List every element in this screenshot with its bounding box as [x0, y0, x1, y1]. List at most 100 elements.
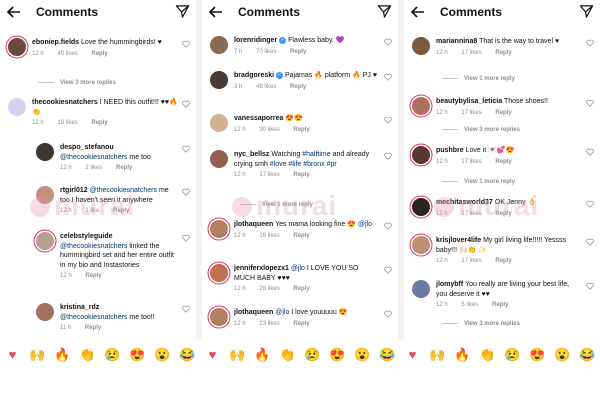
comment-username[interactable]: mechitasworld37 [436, 199, 493, 206]
avatar[interactable] [36, 186, 54, 204]
emoji-reaction-button[interactable]: 😮 [350, 340, 375, 370]
like-heart-icon[interactable] [586, 99, 594, 107]
comment-username[interactable]: bradgoreski [234, 72, 274, 79]
comment-likes[interactable]: 19 likes [57, 120, 77, 126]
view-more-replies[interactable]: View 3 more replies [442, 127, 520, 133]
comment-likes[interactable]: 28 likes [259, 286, 279, 292]
avatar[interactable] [8, 98, 26, 116]
comment-username[interactable]: krisjlover4life [436, 237, 481, 244]
comment-username[interactable]: pushbre [436, 147, 464, 154]
reply-button[interactable]: Reply [91, 120, 107, 126]
comment-likes[interactable]: 17 likes [461, 258, 481, 264]
reply-button[interactable]: Reply [85, 325, 101, 331]
avatar[interactable] [412, 37, 430, 55]
send-icon[interactable] [377, 4, 392, 19]
avatar[interactable] [210, 150, 228, 168]
comment-username[interactable]: celebstyleguide [60, 233, 113, 240]
reply-button[interactable]: Reply [293, 321, 309, 327]
like-heart-icon[interactable] [384, 73, 392, 81]
comment-username[interactable]: jenniferxlopezx1 [234, 265, 289, 272]
emoji-reaction-button[interactable]: 🙌 [425, 340, 450, 370]
reply-button[interactable]: Reply [293, 172, 309, 178]
avatar[interactable] [210, 71, 228, 89]
emoji-reaction-button[interactable]: 🙌 [225, 340, 250, 370]
comment-username[interactable]: nyc_bellsz [234, 151, 269, 158]
emoji-reaction-button[interactable]: 😂 [175, 340, 200, 370]
send-icon[interactable] [175, 4, 190, 19]
comment-likes[interactable]: 23 likes [259, 321, 279, 327]
mention-link[interactable]: @thecookiesnatchers [60, 314, 127, 321]
emoji-reaction-button[interactable]: 😮 [150, 340, 175, 370]
back-arrow-icon[interactable] [6, 4, 22, 20]
mention-link[interactable]: @jlo [291, 265, 305, 272]
like-heart-icon[interactable] [586, 238, 594, 246]
reply-button[interactable]: Reply [495, 110, 511, 116]
like-heart-icon[interactable] [384, 152, 392, 160]
emoji-reaction-button[interactable]: 👏 [275, 340, 300, 370]
comment-username[interactable]: lorenridinger [234, 37, 277, 44]
comment-username[interactable]: eboniep.fields [32, 39, 79, 46]
like-heart-icon[interactable] [182, 305, 190, 313]
reply-button[interactable]: Reply [290, 84, 306, 90]
like-heart-icon[interactable] [586, 282, 594, 290]
mention-link[interactable]: @jlo [358, 221, 372, 228]
comment-username[interactable]: thecookiesnatchers [32, 99, 98, 106]
avatar[interactable] [210, 308, 228, 326]
emoji-reaction-button[interactable]: 😢 [500, 340, 525, 370]
emoji-reaction-button[interactable]: 😍 [325, 340, 350, 370]
comment-likes[interactable]: 2 likes [85, 165, 102, 171]
like-heart-icon[interactable] [586, 148, 594, 156]
reply-button[interactable]: Reply [293, 233, 309, 239]
like-heart-icon[interactable] [384, 38, 392, 46]
comment-likes[interactable]: 49 likes [256, 84, 276, 90]
back-arrow-icon[interactable] [208, 4, 224, 20]
avatar[interactable] [36, 232, 54, 250]
reply-button[interactable]: Reply [85, 273, 101, 279]
comment-likes[interactable]: 17 likes [461, 159, 481, 165]
send-icon[interactable] [579, 4, 594, 19]
like-heart-icon[interactable] [182, 234, 190, 242]
comment-username[interactable]: despo_stefanou [60, 144, 114, 151]
emoji-reaction-button[interactable]: 😂 [575, 340, 600, 370]
hashtag-link[interactable]: #halftime [302, 151, 330, 158]
comment-likes[interactable]: 17 likes [461, 50, 481, 56]
view-more-replies[interactable]: View 3 more replies [38, 80, 116, 86]
emoji-reaction-button[interactable]: 😢 [100, 340, 125, 370]
comment-username[interactable]: kristina_rdz [60, 304, 99, 311]
like-heart-icon[interactable] [586, 200, 594, 208]
mention-link[interactable]: @thecookiesnatchers [60, 154, 127, 161]
comment-likes[interactable]: 1 like [85, 208, 99, 214]
comment-likes[interactable]: 40 likes [57, 51, 77, 57]
like-heart-icon[interactable] [384, 266, 392, 274]
avatar[interactable] [36, 303, 54, 321]
comment-username[interactable]: mariannina8 [436, 38, 477, 45]
reply-button[interactable]: Reply [495, 159, 511, 165]
emoji-reaction-button[interactable]: ♥ [200, 340, 225, 370]
comment-likes[interactable]: 5 likes [461, 302, 478, 308]
emoji-reaction-button[interactable]: 😮 [550, 340, 575, 370]
emoji-reaction-button[interactable]: 😂 [375, 340, 400, 370]
reply-button[interactable]: Reply [91, 51, 107, 57]
avatar[interactable] [412, 236, 430, 254]
mention-link[interactable]: @thecookiesnatchers [60, 243, 127, 250]
comment-username[interactable]: beautybylisa_leticia [436, 98, 502, 105]
back-arrow-icon[interactable] [410, 4, 426, 20]
emoji-reaction-button[interactable]: 😢 [300, 340, 325, 370]
like-heart-icon[interactable] [384, 222, 392, 230]
view-more-replies[interactable]: View 1 more reply [442, 179, 515, 185]
like-heart-icon[interactable] [182, 100, 190, 108]
comment-likes[interactable]: 70 likes [256, 49, 276, 55]
avatar[interactable] [412, 198, 430, 216]
reply-button[interactable]: Reply [293, 286, 309, 292]
comment-likes[interactable]: 17 likes [259, 172, 279, 178]
comment-likes[interactable]: 16 likes [259, 233, 279, 239]
comment-likes[interactable]: 17 likes [461, 110, 481, 116]
view-more-replies[interactable]: View 3 more replies [442, 321, 520, 327]
mention-link[interactable]: @thecookiesnatchers [90, 187, 157, 194]
reply-button[interactable]: Reply [492, 302, 508, 308]
avatar[interactable] [210, 36, 228, 54]
avatar[interactable] [36, 143, 54, 161]
comment-likes[interactable]: 17 likes [461, 211, 481, 217]
reply-button[interactable]: Reply [495, 50, 511, 56]
like-heart-icon[interactable] [586, 39, 594, 47]
